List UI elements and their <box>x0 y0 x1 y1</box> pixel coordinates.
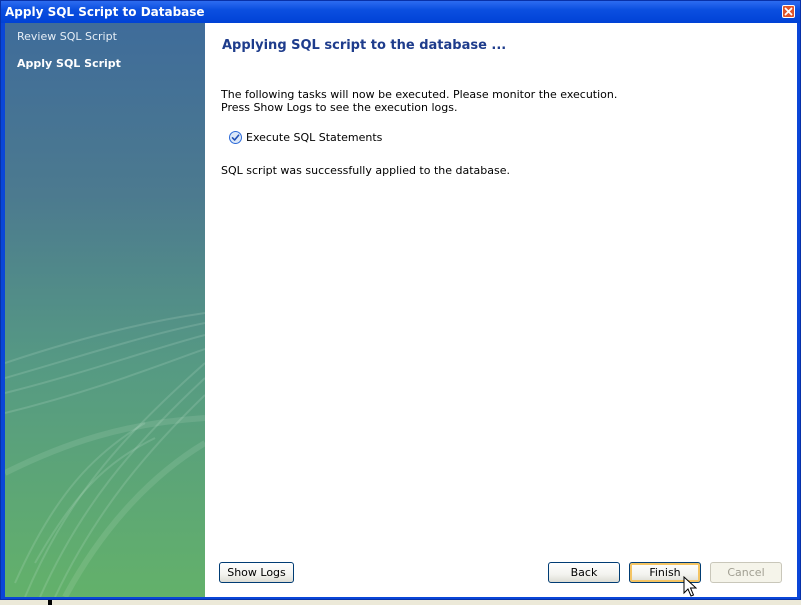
taskbar-marker <box>48 600 52 605</box>
check-circle-icon <box>229 131 242 144</box>
description-line-2: Press Show Logs to see the execution log… <box>221 101 458 114</box>
cancel-button[interactable]: Cancel <box>710 562 782 583</box>
title-bar[interactable]: Apply SQL Script to Database <box>1 1 800 23</box>
wizard-sidebar: Review SQL Script Apply SQL Script <box>5 23 205 597</box>
sidebar-item-review-sql-script: Review SQL Script <box>17 30 117 43</box>
show-logs-button[interactable]: Show Logs <box>219 562 294 583</box>
description-line-1: The following tasks will now be executed… <box>221 88 618 101</box>
mouse-cursor-icon <box>683 576 697 597</box>
back-button[interactable]: Back <box>548 562 620 583</box>
window-title: Apply SQL Script to Database <box>5 5 205 19</box>
close-button[interactable] <box>782 5 795 18</box>
status-message: SQL script was successfully applied to t… <box>221 164 511 177</box>
taskbar-strip <box>0 600 801 605</box>
dialog-window: Apply SQL Script to Database Review SQL … <box>0 0 801 600</box>
task-label: Execute SQL Statements <box>246 131 383 144</box>
sidebar-item-apply-sql-script: Apply SQL Script <box>17 57 121 70</box>
close-icon <box>784 7 793 16</box>
sidebar-decoration-swirl <box>5 312 205 597</box>
wizard-content: Applying SQL script to the database ... … <box>205 23 797 597</box>
page-heading: Applying SQL script to the database ... <box>222 38 507 53</box>
